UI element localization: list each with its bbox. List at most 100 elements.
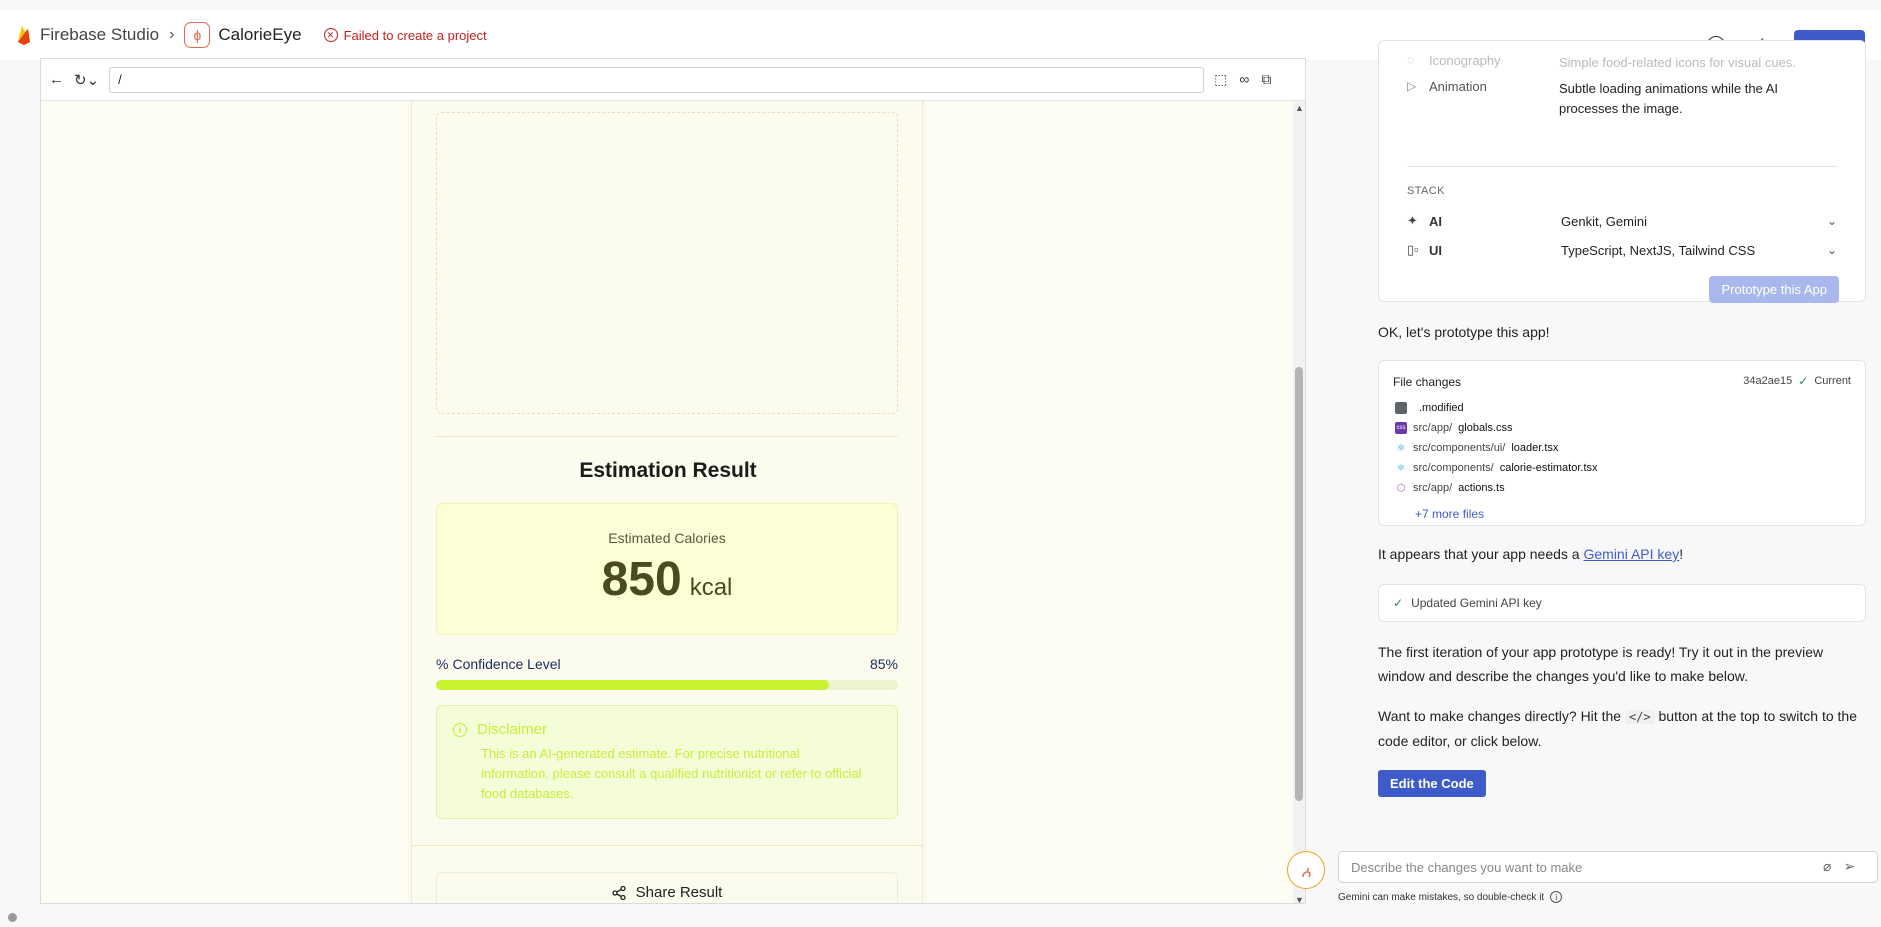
- edit-code-button[interactable]: Edit the Code: [1378, 770, 1486, 797]
- proposal-row-animation: ▷ Animation Subtle loading animations wh…: [1407, 79, 1839, 119]
- share-icon: [611, 885, 626, 900]
- stack-label: STACK: [1407, 185, 1445, 197]
- react-file-icon: ⚛: [1396, 442, 1406, 454]
- message-prototype: OK, let's prototype this app!: [1378, 324, 1550, 340]
- brand[interactable]: Firebase Studio: [16, 24, 159, 46]
- file-dir: src/app/: [1413, 422, 1453, 434]
- info-icon: i: [453, 722, 467, 737]
- message-api-key: It appears that your app needs a Gemini …: [1378, 542, 1866, 566]
- chevron-down-icon[interactable]: ⌄: [1827, 243, 1837, 257]
- project-name[interactable]: CalorieEye: [218, 25, 301, 45]
- file-changes-card: File changes 34a2ae15 ✓ Current .modifie…: [1378, 360, 1866, 526]
- link-icon[interactable]: ∞: [1239, 71, 1249, 88]
- file-dir: src/components/: [1413, 462, 1494, 474]
- play-icon: ▷: [1407, 79, 1417, 93]
- share-label: Share Result: [635, 884, 723, 901]
- calories-value: 850: [601, 553, 682, 606]
- error-circle-icon: ✕: [323, 28, 338, 42]
- calories-unit: kcal: [689, 574, 733, 601]
- divider: [1407, 166, 1837, 167]
- file-item[interactable]: ⚛ src/components/ui/loader.tsx: [1395, 442, 1559, 454]
- file-item[interactable]: css src/app/globals.css: [1395, 422, 1513, 434]
- send-icon[interactable]: ➢: [1843, 858, 1855, 875]
- chevron-right-icon: ›: [169, 26, 175, 43]
- proposal-row-iconography: ◌ Iconography Simple food-related icons …: [1407, 53, 1839, 73]
- prototype-app-button[interactable]: Prototype this App: [1709, 276, 1839, 303]
- error-text: Failed to create a project: [343, 27, 487, 43]
- commit-info: 34a2ae15 ✓ Current: [1743, 374, 1851, 388]
- stack-row-ai[interactable]: ✦ AI Genkit, Gemini ⌄: [1407, 213, 1837, 229]
- app-proposal-card: ◌ Iconography Simple food-related icons …: [1378, 40, 1866, 303]
- message-text: It appears that your app needs a: [1378, 546, 1584, 562]
- result-title: Estimation Result: [579, 459, 757, 482]
- open-external-icon[interactable]: ⧉: [1261, 71, 1271, 88]
- gemini-api-key-link[interactable]: Gemini API key: [1583, 546, 1679, 562]
- message-text: Want to make changes directly? Hit the: [1378, 708, 1625, 724]
- inspect-icon[interactable]: ⬚: [1214, 71, 1227, 88]
- stack-value: TypeScript, NextJS, Tailwind CSS: [1561, 242, 1756, 258]
- scroll-down-icon[interactable]: ▼: [1295, 895, 1304, 905]
- share-result-button[interactable]: Share Result: [436, 872, 898, 903]
- attach-icon[interactable]: ⌀: [1823, 858, 1831, 875]
- stack-key: AI: [1429, 213, 1442, 229]
- css-file-icon: css: [1395, 422, 1407, 434]
- url-input[interactable]: [109, 66, 1205, 93]
- check-icon: ✓: [1798, 374, 1809, 388]
- scrollbar-thumb[interactable]: [1295, 367, 1303, 801]
- file-name: calorie-estimator.tsx: [1499, 462, 1598, 474]
- status-dot-icon: [8, 913, 17, 922]
- disclaimer-text: This is an AI-generated estimate. For pr…: [481, 746, 862, 801]
- typescript-file-icon: ⬡: [1396, 482, 1406, 494]
- file-name: .modified: [1419, 402, 1464, 414]
- file-dir: src/app/: [1413, 482, 1453, 494]
- more-files-link[interactable]: +7 more files: [1415, 507, 1484, 521]
- proposal-value: Simple food-related icons for visual cue…: [1559, 55, 1797, 70]
- scroll-up-icon[interactable]: ▲: [1295, 103, 1304, 113]
- file-item[interactable]: ⬡ src/app/actions.ts: [1395, 482, 1505, 494]
- api-key-updated-card: ✓ Updated Gemini API key: [1378, 584, 1866, 622]
- stack-key: UI: [1429, 242, 1442, 258]
- confidence-value: 85%: [869, 656, 898, 672]
- calories-label: Estimated Calories: [608, 530, 726, 546]
- divider: [436, 436, 898, 437]
- message-direct: Want to make changes directly? Hit the <…: [1378, 704, 1866, 753]
- preview-canvas: Estimation Result Estimated Calories 850…: [41, 101, 1293, 903]
- api-key-updated-text: Updated Gemini API key: [1411, 596, 1542, 610]
- chat-panel: ◌ Iconography Simple food-related icons …: [1378, 40, 1868, 860]
- check-icon: ✓: [1393, 596, 1404, 610]
- firebase-flame-icon: [18, 26, 30, 45]
- share-area: Share Result: [412, 845, 924, 903]
- commit-hash[interactable]: 34a2ae15: [1743, 375, 1792, 387]
- react-file-icon: ⚛: [1396, 462, 1406, 474]
- file-name: actions.ts: [1458, 482, 1505, 494]
- file-changes-title: File changes: [1393, 375, 1462, 389]
- proposal-key: Animation: [1429, 79, 1487, 94]
- preview-scrollbar[interactable]: ▲ ▼: [1293, 101, 1305, 905]
- error-status: ✕ Failed to create a project: [323, 27, 487, 43]
- reload-icon[interactable]: ↻⌄: [74, 71, 99, 89]
- confidence-row: % Confidence Level 85%: [436, 656, 898, 672]
- file-name: loader.tsx: [1511, 442, 1559, 454]
- disclaimer-box: i Disclaimer This is an AI-generated est…: [436, 705, 898, 819]
- file-dir: src/components/ui/: [1413, 442, 1506, 454]
- file-name: globals.css: [1458, 422, 1513, 434]
- proposal-value: Subtle loading animations while the AI p…: [1559, 81, 1778, 116]
- chevron-down-icon[interactable]: ⌄: [1827, 214, 1837, 228]
- gemini-avatar-icon: ꭅ: [1287, 851, 1325, 889]
- proposal-key: Iconography: [1429, 53, 1501, 68]
- info-icon[interactable]: i: [1550, 891, 1563, 903]
- app-card: Estimation Result Estimated Calories 850…: [411, 101, 924, 903]
- file-item[interactable]: .modified: [1395, 402, 1464, 414]
- footnote: Gemini can make mistakes, so double-chec…: [1338, 891, 1563, 903]
- iconography-icon: ◌: [1407, 53, 1415, 67]
- file-icon: [1395, 402, 1407, 414]
- image-drop-zone[interactable]: [436, 112, 898, 414]
- chat-input[interactable]: [1338, 851, 1878, 883]
- layout-icon: ▯▫: [1407, 242, 1419, 257]
- confidence-bar-fill: [436, 680, 829, 690]
- confidence-label: Confidence Level: [452, 656, 561, 672]
- file-item[interactable]: ⚛ src/components/calorie-estimator.tsx: [1395, 462, 1598, 474]
- back-arrow-icon[interactable]: ←: [49, 71, 64, 88]
- preview-pane: ← ↻⌄ ⬚ ∞ ⧉ Estimation Result Estimated C…: [40, 58, 1306, 905]
- stack-row-ui[interactable]: ▯▫ UI TypeScript, NextJS, Tailwind CSS ⌄: [1407, 242, 1837, 258]
